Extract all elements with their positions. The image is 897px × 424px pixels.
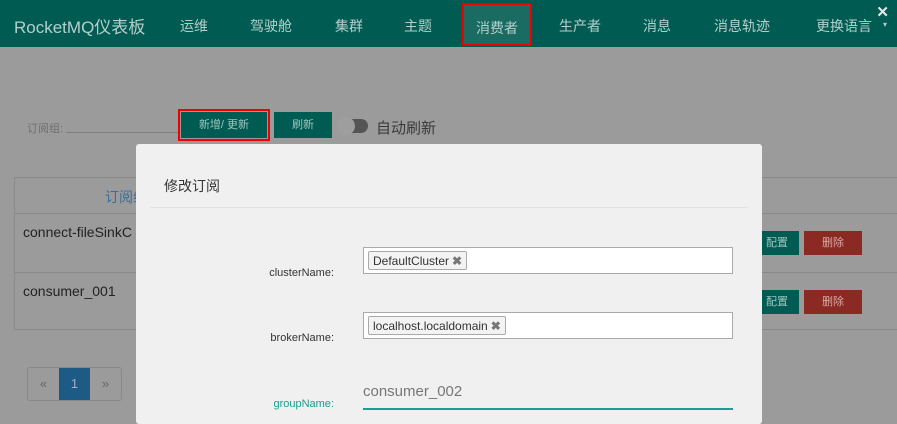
broker-name-label: brokerName: [270,332,334,344]
auto-refresh-label: 自动刷新 [376,120,437,137]
subscription-group-label: 订阅组: [27,123,64,135]
edit-subscription-modal: 修改订阅 clusterName: DefaultCluster ✖ broker… [136,144,762,424]
nav-topic[interactable]: 主题 [404,16,432,36]
prev-page-button[interactable]: « [28,368,59,400]
cluster-name-label: clusterName: [269,267,334,279]
cluster-name-select[interactable]: DefaultCluster ✖ [363,247,733,274]
chevron-down-icon: ▾ [882,20,887,29]
refresh-button[interactable]: 刷新 [274,112,332,138]
nav-message[interactable]: 消息 [643,16,671,36]
nav-cluster[interactable]: 集群 [335,16,363,36]
top-navbar: RocketMQ仪表板 运维 驾驶舱 集群 主题 消费者 生产者 消息 消息轨迹… [0,0,897,47]
nav-producer[interactable]: 生产者 [559,16,601,36]
pagination: « 1 » [27,367,122,401]
divider [150,207,748,208]
nav-language[interactable]: 更换语言 [816,16,872,36]
tag-default-cluster: DefaultCluster ✖ [368,251,468,270]
group-name-input[interactable]: consumer_002 [363,380,733,410]
page-1-button[interactable]: 1 [59,368,90,400]
group-name: connect-fileSinkC [23,224,132,240]
next-page-button[interactable]: » [90,368,121,400]
remove-tag-icon[interactable]: ✖ [452,254,462,268]
group-name: consumer_001 [23,283,116,299]
tag-localhost: localhost.localdomain ✖ [368,316,506,335]
nav-dashboard[interactable]: 驾驶舱 [250,16,292,36]
delete-button[interactable]: 删除 [804,290,862,314]
nav-ops[interactable]: 运维 [180,16,208,36]
tag-label: localhost.localdomain [373,319,488,333]
delete-button[interactable]: 删除 [804,231,862,255]
group-name-label: groupName: [273,398,334,410]
tag-label: DefaultCluster [373,254,450,268]
nav-message-trace[interactable]: 消息轨迹 [714,16,770,36]
nav-consumer[interactable]: 消费者 [462,3,532,46]
remove-tag-icon[interactable]: ✖ [491,319,501,333]
add-update-button[interactable]: 新增/ 更新 [178,109,270,141]
modal-title: 修改订阅 [164,178,220,194]
broker-name-select[interactable]: localhost.localdomain ✖ [363,312,733,339]
auto-refresh-toggle[interactable] [337,117,368,135]
subscription-group-input[interactable] [66,132,178,133]
close-icon[interactable]: ✕ [876,3,889,21]
brand[interactable]: RocketMQ仪表板 [14,13,145,38]
